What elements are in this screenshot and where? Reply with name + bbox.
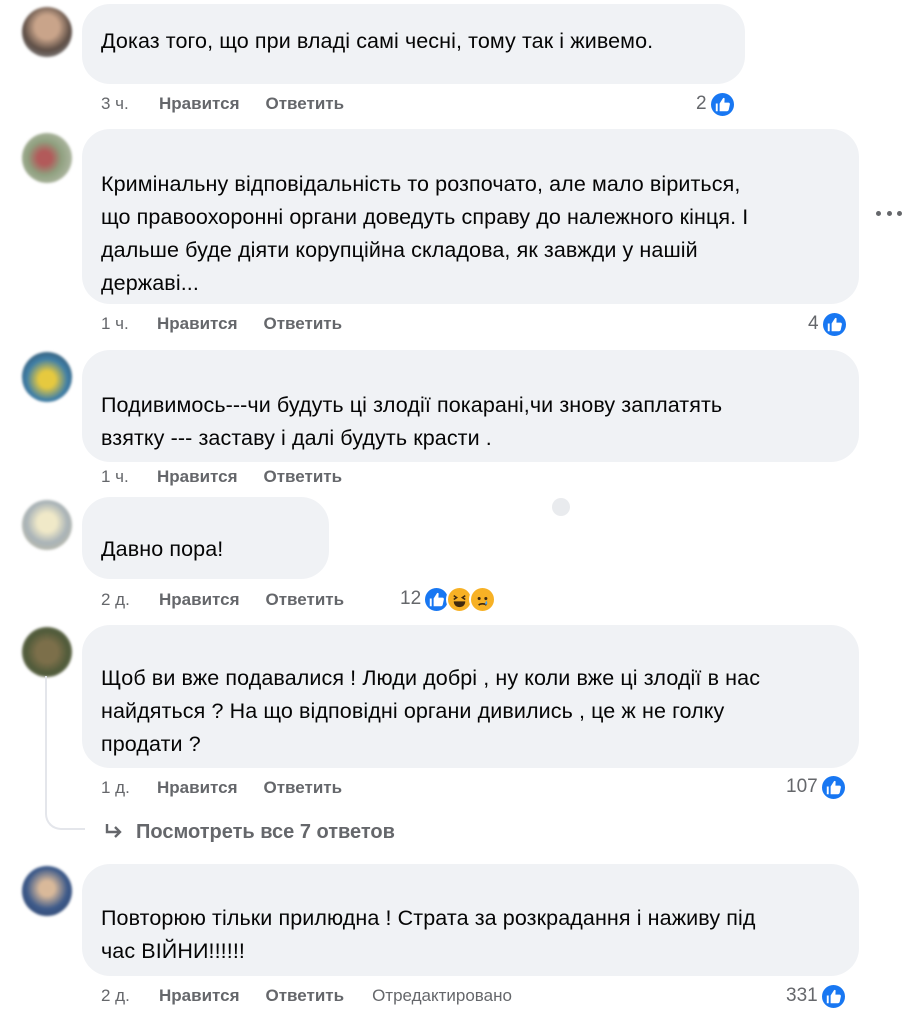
- reply-button[interactable]: Ответить: [266, 986, 345, 1006]
- avatar[interactable]: [22, 352, 72, 402]
- comment-text: Давно пора!: [101, 537, 224, 561]
- comment-time[interactable]: 2 д.: [101, 590, 159, 610]
- comment-meta: 1 ч. Нравится Ответить: [101, 465, 368, 489]
- reply-button[interactable]: Ответить: [264, 314, 343, 334]
- comment-bubble: Повторюю тільки прилюдна ! Страта за роз…: [82, 864, 859, 976]
- comment-text: Кримінальну відповідальність то розпочат…: [101, 172, 749, 295]
- comment-bubble: Доказ того, що при владі самі чесні, том…: [82, 4, 745, 84]
- comment-time[interactable]: 1 ч.: [101, 314, 157, 334]
- scroll-indicator: [552, 498, 570, 516]
- reaction-count: 331: [786, 985, 818, 1006]
- comment-meta: 1 ч. Нравится Ответить: [101, 312, 368, 336]
- reply-button[interactable]: Ответить: [266, 590, 345, 610]
- sad-icon: [469, 585, 497, 613]
- like-button[interactable]: Нравится: [159, 986, 240, 1006]
- thread-connector: [45, 676, 85, 830]
- reply-button[interactable]: Ответить: [264, 467, 343, 487]
- reaction-count: 12: [400, 588, 422, 609]
- comment-text: Доказ того, що при владі самі чесні, том…: [101, 29, 654, 53]
- more-options-icon[interactable]: [876, 207, 902, 219]
- avatar[interactable]: [22, 627, 72, 677]
- comment-meta: 3 ч. Нравится Ответить: [101, 92, 370, 116]
- reply-arrow-icon: [105, 824, 122, 838]
- reaction-summary[interactable]: 12: [400, 585, 497, 613]
- like-button[interactable]: Нравится: [157, 778, 238, 798]
- comment-time[interactable]: 2 д.: [101, 986, 159, 1006]
- like-button[interactable]: Нравится: [157, 467, 238, 487]
- reaction-count: 2: [696, 93, 707, 114]
- comment-text: Подивимось---чи будуть ці злодії покаран…: [101, 393, 723, 450]
- reaction-summary[interactable]: 107: [786, 773, 847, 801]
- reaction-summary[interactable]: 331: [786, 982, 847, 1010]
- comment-bubble: Давно пора!: [82, 497, 329, 579]
- like-button[interactable]: Нравится: [157, 314, 238, 334]
- comment-time[interactable]: 1 д.: [101, 778, 157, 798]
- comment-meta: 2 д. Нравится Ответить: [101, 588, 370, 612]
- like-icon: [819, 982, 847, 1010]
- comment-bubble: Кримінальну відповідальність то розпочат…: [82, 129, 859, 304]
- reply-button[interactable]: Ответить: [266, 94, 345, 114]
- avatar[interactable]: [22, 7, 72, 57]
- reaction-summary[interactable]: 4: [808, 310, 848, 338]
- comment-time[interactable]: 3 ч.: [101, 94, 159, 114]
- comment-meta: 1 д. Нравится Ответить: [101, 776, 368, 800]
- reaction-count: 107: [786, 776, 818, 797]
- avatar[interactable]: [22, 133, 72, 183]
- comment-text: Повторюю тільки прилюдна ! Страта за роз…: [101, 906, 756, 963]
- edited-label: Отредактировано: [372, 986, 512, 1005]
- like-button[interactable]: Нравится: [159, 94, 240, 114]
- like-icon: [820, 310, 848, 338]
- avatar[interactable]: [22, 866, 72, 916]
- like-button[interactable]: Нравится: [159, 590, 240, 610]
- reply-button[interactable]: Ответить: [264, 778, 343, 798]
- view-replies-link[interactable]: Посмотреть все 7 ответов: [104, 817, 395, 847]
- like-icon: [819, 773, 847, 801]
- reaction-count: 4: [808, 313, 819, 334]
- view-replies-label: Посмотреть все 7 ответов: [136, 820, 395, 843]
- reaction-summary[interactable]: 2: [696, 90, 736, 118]
- avatar[interactable]: [22, 500, 72, 550]
- comment-text: Щоб ви вже подавалися ! Люди добрі , ну …: [101, 666, 761, 756]
- comment-time[interactable]: 1 ч.: [101, 467, 157, 487]
- comment-bubble: Подивимось---чи будуть ці злодії покаран…: [82, 350, 859, 462]
- comment-bubble: Щоб ви вже подавалися ! Люди добрі , ну …: [82, 625, 859, 768]
- like-icon: [708, 90, 736, 118]
- comment-meta: 2 д. Нравится Ответить Отредактировано: [101, 984, 512, 1008]
